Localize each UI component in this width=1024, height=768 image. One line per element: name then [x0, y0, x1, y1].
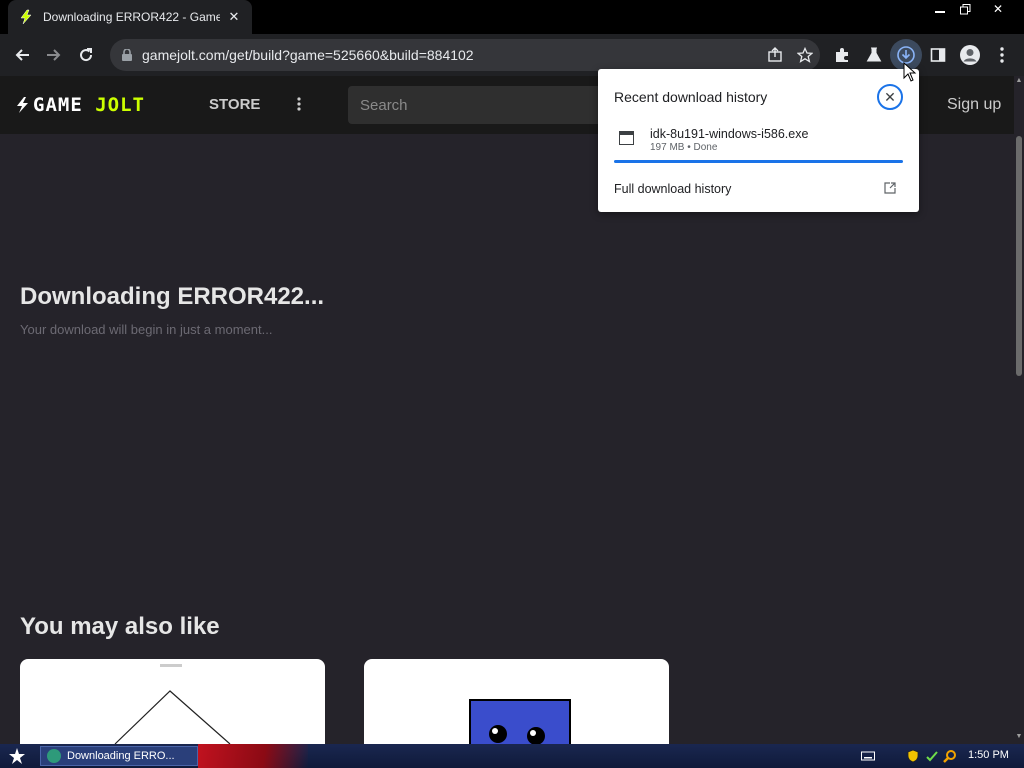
scroll-thumb[interactable] [1016, 136, 1022, 376]
minimize-icon[interactable] [927, 0, 953, 18]
labs-flask-icon[interactable] [858, 39, 890, 71]
download-bubble: Recent download history ✕ idk-8u191-wind… [598, 69, 919, 212]
browser-tab[interactable]: Downloading ERROR422 - Game Jolt ✕ [8, 0, 252, 34]
shield-icon[interactable] [905, 748, 921, 764]
page-scrollbar[interactable]: ▲ ▼ [1014, 76, 1024, 744]
game-card[interactable] [364, 659, 669, 744]
scroll-up-icon[interactable]: ▲ [1014, 76, 1024, 86]
download-file-status: 197 MB • Done [650, 142, 718, 153]
game-card[interactable] [20, 659, 325, 744]
menu-kebab-icon[interactable] [986, 39, 1018, 71]
recommendations-heading: You may also like [20, 613, 220, 640]
restore-icon[interactable] [952, 0, 978, 18]
start-star-icon[interactable] [6, 746, 28, 766]
mouse-cursor-icon [903, 61, 917, 87]
search-magnifier-icon[interactable] [942, 748, 958, 764]
file-icon [619, 131, 634, 145]
download-bubble-title: Recent download history [614, 89, 768, 105]
open-external-icon[interactable] [884, 181, 898, 195]
bookmark-star-icon[interactable] [790, 40, 820, 70]
browser-app-icon [47, 749, 61, 763]
download-subtext: Your download will begin in just a momen… [20, 322, 273, 337]
window-close-icon[interactable]: ✕ [985, 0, 1011, 18]
taskbar-clock: 1:50 PM [968, 749, 1009, 761]
page-title: Downloading ERROR422... [20, 283, 325, 310]
address-url[interactable]: gamejolt.com/get/build?game=525660&build… [142, 47, 760, 63]
more-options-icon[interactable] [290, 94, 308, 114]
taskbar-window-button[interactable]: Downloading ERRO... [40, 746, 198, 766]
network-icon[interactable] [924, 748, 940, 764]
close-icon[interactable]: ✕ [877, 84, 903, 110]
download-file-name[interactable]: idk-8u191-windows-i586.exe [650, 127, 808, 141]
taskbar-window-label: Downloading ERRO... [67, 750, 175, 762]
gamejolt-logo[interactable]: GAME JOLT [14, 94, 145, 116]
game-card-thumbnail [114, 664, 231, 744]
store-link[interactable]: STORE [209, 96, 260, 113]
title-bar: Downloading ERROR422 - Game Jolt ✕ ✕ [0, 0, 1024, 34]
keyboard-icon[interactable] [860, 748, 876, 764]
back-arrow-icon[interactable] [6, 39, 38, 71]
lock-icon[interactable] [122, 49, 132, 61]
profile-avatar-icon[interactable] [954, 39, 986, 71]
taskbar-decoration [198, 744, 308, 768]
tab-title: Downloading ERROR422 - Game Jolt [43, 10, 220, 24]
taskbar: Downloading ERRO... 1:50 PM [0, 744, 1024, 768]
extensions-puzzle-icon[interactable] [826, 39, 858, 71]
gamejolt-favicon-icon [18, 9, 34, 25]
game-card-thumbnail [469, 699, 571, 744]
signup-link[interactable]: Sign up [947, 96, 1001, 114]
tab-close-icon[interactable]: ✕ [226, 9, 242, 25]
scroll-down-icon[interactable]: ▼ [1014, 732, 1024, 742]
reload-icon[interactable] [70, 39, 102, 71]
share-icon[interactable] [760, 40, 790, 70]
address-bar[interactable]: gamejolt.com/get/build?game=525660&build… [110, 39, 820, 71]
forward-arrow-icon[interactable] [38, 39, 70, 71]
download-progress-bar [614, 160, 903, 163]
side-panel-icon[interactable] [922, 39, 954, 71]
full-download-history-link[interactable]: Full download history [614, 182, 731, 196]
search-input[interactable] [348, 86, 618, 124]
